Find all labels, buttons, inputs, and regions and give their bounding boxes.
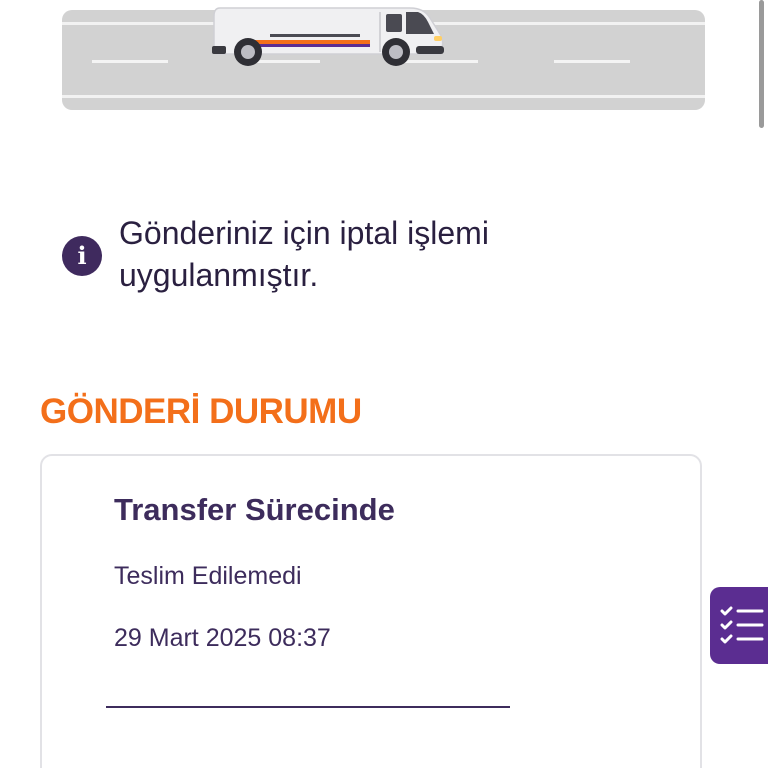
tracking-steps-button[interactable] [710,587,768,664]
delivery-van-icon [212,7,444,66]
delivery-road-illustration [62,7,705,110]
section-title: GÖNDERİ DURUMU [40,392,362,431]
road-edge-line [62,95,705,98]
status-divider [106,706,510,708]
status-title: Transfer Sürecinde [114,492,395,527]
status-datetime: 29 Mart 2025 08:37 [114,624,331,652]
lane-dash [92,60,168,63]
info-icon: i [62,236,102,276]
cancellation-notice: i Gönderiniz için iptal işlemi uygulanmı… [62,212,582,302]
lane-dash [554,60,630,63]
shipment-tracking-page: i Gönderiniz için iptal işlemi uygulanmı… [0,0,768,768]
checklist-icon [720,606,764,644]
shipment-status-card: Transfer Sürecinde Teslim Edilemedi 29 M… [40,454,702,768]
status-subtitle: Teslim Edilemedi [114,562,302,590]
scrollbar[interactable] [759,0,764,128]
notice-text: Gönderiniz için iptal işlemi uygulanmışt… [119,215,489,293]
